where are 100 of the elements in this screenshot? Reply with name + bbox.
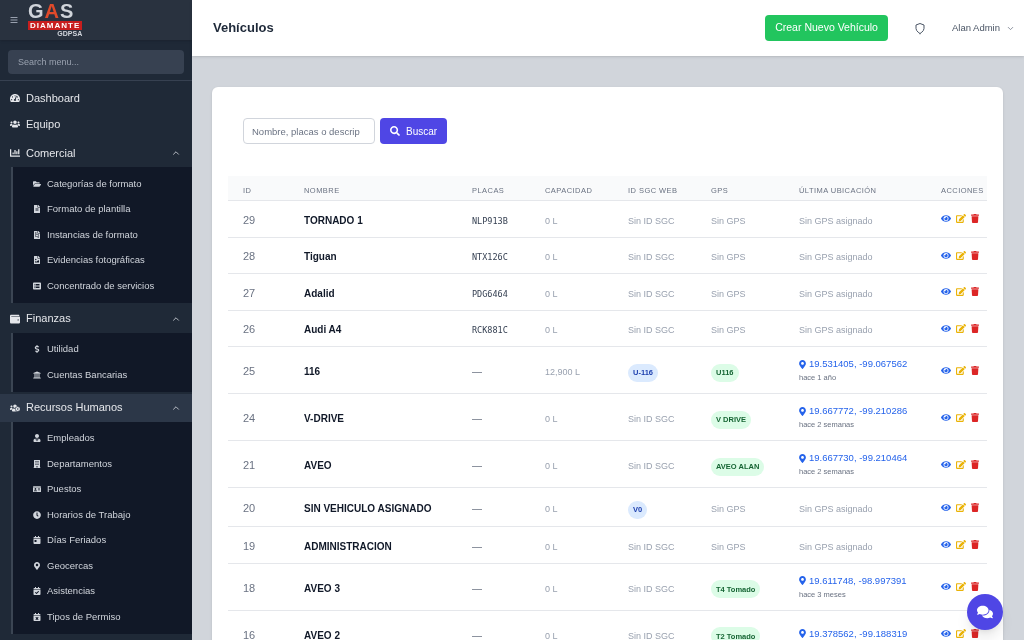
table-cell: Sin ID SGC [628, 461, 675, 471]
users-gear-icon [10, 402, 20, 413]
view-icon[interactable] [941, 582, 951, 591]
coordinates-link[interactable]: 19.531405, -99.067562 [799, 357, 908, 371]
delete-icon[interactable] [971, 582, 979, 591]
search-field[interactable]: Search menu... [8, 50, 184, 74]
table-cell: Sin GPS asignado [799, 252, 873, 263]
calendar-check-icon [33, 587, 41, 596]
table-cell: 26 [243, 323, 256, 336]
view-icon[interactable] [941, 459, 951, 469]
sidebar-subitem[interactable]: Formato de plantilla [13, 196, 192, 222]
image-file-icon [33, 256, 41, 265]
sidebar-group-item[interactable]: Finanzas [0, 304, 192, 333]
delete-icon[interactable] [971, 287, 979, 297]
sidebar-subitem[interactable]: Evidencias fotográficas [13, 247, 192, 273]
table-cell: Sin GPS asignado [799, 288, 873, 299]
delete-icon[interactable] [971, 502, 979, 512]
coordinates-link[interactable]: 19.667730, -99.210464 [799, 451, 908, 465]
delete-icon[interactable] [971, 365, 979, 375]
view-icon[interactable] [941, 214, 951, 224]
table-cell: 0 L [545, 325, 558, 336]
table-cell: 16 [243, 628, 256, 640]
table-cell: Sin GPS asignado [799, 325, 873, 336]
sidebar-subitem[interactable]: Categorías de formato [13, 171, 192, 197]
table-cell: 0 L [545, 583, 558, 594]
empty-value: — [472, 540, 482, 552]
delete-icon[interactable] [971, 250, 979, 260]
sidebar-subitem[interactable]: Tipos de Permiso [13, 604, 192, 630]
table-cell: Sin GPS asignado [799, 215, 873, 226]
delete-icon[interactable] [971, 412, 979, 422]
coordinates-link[interactable]: 19.378562, -99.188319 [799, 626, 908, 640]
table-cell: Sin ID SGC [628, 325, 675, 336]
table-cell: Sin ID SGC [628, 630, 675, 640]
sidebar-subitem[interactable]: Utilidad [13, 336, 192, 362]
sidebar-subitem[interactable]: Instancias de formato [13, 222, 192, 248]
table-cell: 0 L [545, 414, 558, 424]
sidebar-subitem[interactable]: Puestos [13, 476, 192, 502]
clock-icon [33, 510, 41, 519]
vehicle-name: V-DRIVE [304, 413, 344, 424]
id-card-icon [33, 485, 41, 494]
delete-icon[interactable] [971, 459, 979, 469]
delete-icon[interactable] [971, 214, 979, 224]
empty-value: — [472, 629, 482, 640]
view-icon[interactable] [941, 287, 951, 297]
view-icon[interactable] [941, 412, 951, 422]
empty-value: — [472, 503, 482, 514]
table-cell: 25 [243, 365, 256, 377]
sidebar-subitem[interactable]: Horarios de Trabajo [13, 502, 192, 528]
chat-icon [977, 604, 993, 620]
view-icon[interactable] [941, 365, 951, 375]
sidebar-item[interactable]: Equipo [0, 111, 192, 137]
sidebar-subitem[interactable]: Cuentas Bancarias [13, 362, 192, 388]
sidebar-subitem[interactable]: Geocercas [13, 553, 192, 579]
table-cell: Sin GPS [711, 215, 746, 226]
map-pin-icon [799, 453, 806, 463]
wallet-icon [10, 313, 20, 324]
sidebar-group-item[interactable]: Comercial [0, 139, 192, 167]
dollar-icon [33, 345, 41, 354]
map-pin-icon [33, 561, 41, 570]
sidebar-group-item[interactable]: Recursos Humanos [0, 393, 192, 422]
table-cell: Sin GPS [711, 541, 746, 552]
sidebar-subitem[interactable]: Concentrado de servicios [13, 273, 192, 299]
table-cell: 0 L [545, 215, 558, 226]
vehicle-name: 116 [304, 366, 321, 377]
sidebar-subitem[interactable]: Empleados [13, 425, 192, 451]
search-field[interactable]: Nombre, placas o descrip [243, 118, 375, 144]
vehicle-name: Adalid [304, 287, 335, 299]
building-icon [33, 459, 41, 468]
view-icon[interactable] [941, 502, 951, 512]
sidebar-item[interactable]: Dashboard [0, 85, 192, 111]
search-button[interactable]: Buscar [380, 118, 448, 144]
table-cell: Sin ID SGC [628, 541, 675, 552]
menu-icon[interactable] [10, 16, 18, 24]
delete-icon[interactable] [971, 540, 979, 550]
table-cell: 0 L [545, 288, 558, 299]
sidebar-subitem[interactable]: Asistencias [13, 578, 192, 604]
table-cell: Sin GPS asignado [799, 504, 873, 514]
sidebar-subitem[interactable]: Departamentos [13, 451, 192, 477]
file-icon [33, 205, 41, 214]
logo-banner: DIAMANTE [28, 21, 83, 30]
coordinates-link[interactable]: 19.611748, -98.997391 [799, 573, 907, 588]
bank-icon [33, 370, 41, 379]
coordinates-link[interactable]: 19.667772, -99.210286 [799, 404, 908, 418]
user-menu-button[interactable]: Alan Admin [951, 20, 1015, 36]
view-icon[interactable] [941, 540, 951, 550]
sidebar-subitem[interactable]: Días Feriados [13, 527, 192, 553]
table-cell: Sin ID SGC [628, 583, 675, 594]
table-cell: 12,900 L [545, 367, 581, 377]
table-cell: Sin ID SGC [628, 288, 675, 299]
table-cell: 0 L [545, 461, 558, 471]
view-icon[interactable] [941, 250, 951, 260]
delete-icon[interactable] [971, 323, 979, 333]
table-cell: 20 [243, 502, 256, 514]
view-icon[interactable] [941, 629, 951, 638]
shield-icon[interactable] [913, 21, 926, 35]
table-cell: Sin GPS [711, 325, 746, 336]
view-icon[interactable] [941, 323, 951, 333]
table-cell: 24 [243, 412, 256, 424]
empty-value: — [472, 413, 482, 424]
delete-icon[interactable] [971, 629, 979, 638]
